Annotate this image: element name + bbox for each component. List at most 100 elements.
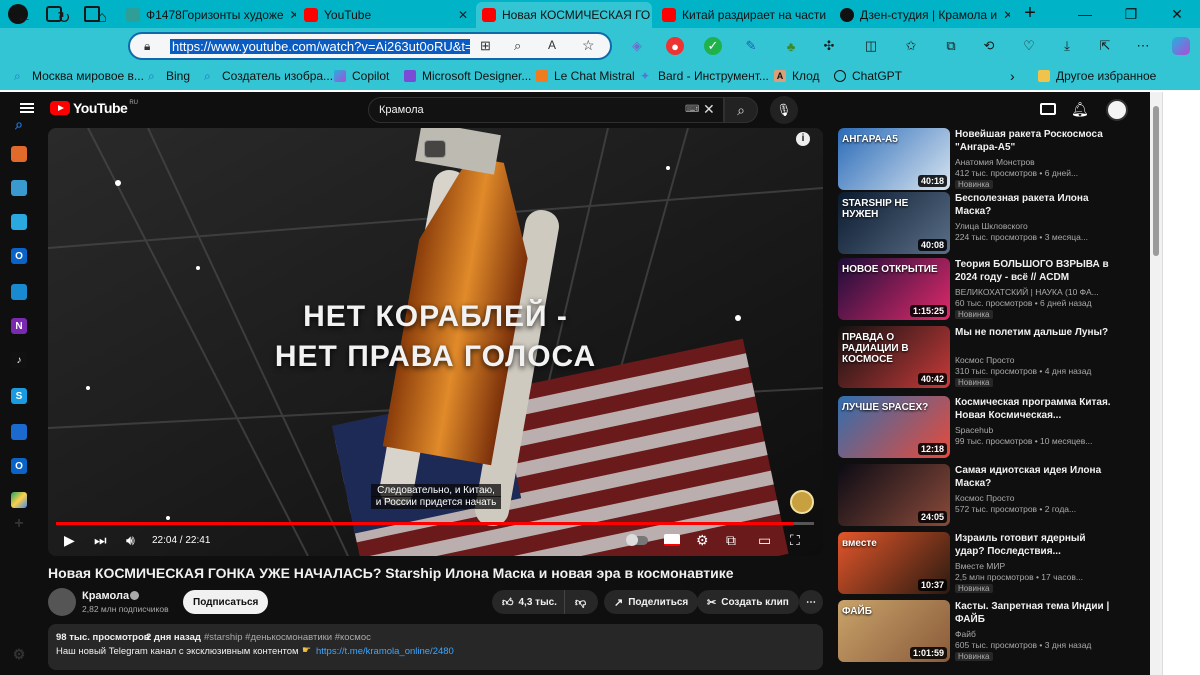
close-icon[interactable]: ✕ bbox=[997, 8, 1010, 22]
video-thumbnail[interactable]: ПРАВДА О РАДИАЦИИ В КОСМОСЕ 40:42 bbox=[838, 326, 950, 388]
performance-icon[interactable]: ♡ bbox=[1020, 37, 1038, 55]
subtitles-icon[interactable] bbox=[664, 532, 680, 548]
recommended-channel[interactable]: Космос Просто bbox=[955, 493, 1014, 503]
recommended-title[interactable]: Бесполезная ракета Илона Маска? bbox=[955, 192, 1115, 218]
favorite-designer[interactable]: Microsoft Designer... bbox=[404, 68, 531, 84]
read-aloud-icon[interactable]: A bbox=[548, 38, 556, 52]
miniplayer-icon[interactable]: ⧉ bbox=[726, 532, 736, 548]
recommended-video[interactable]: STARSHIP НЕ НУЖЕН 40:08 Бесполезная ракета… bbox=[838, 192, 1118, 256]
favorite-image-creator[interactable]: ⌕ Создатель изобра... bbox=[204, 68, 333, 84]
theater-mode-icon[interactable]: ▭ bbox=[758, 532, 771, 548]
close-icon[interactable]: ✕ bbox=[284, 8, 296, 22]
sidebar-add-icon[interactable]: + bbox=[11, 515, 27, 532]
search-input[interactable]: Крамола ⌨ ✕ bbox=[368, 97, 724, 123]
recommended-channel[interactable]: Файб bbox=[955, 629, 976, 639]
like-button[interactable]: 👍︎ 4,3 тыс. bbox=[492, 590, 564, 614]
recommended-title[interactable]: Теория БОЛЬШОГО ВЗРЫВА в 2024 году - всё… bbox=[955, 258, 1115, 284]
next-button[interactable]: ⏭︎ bbox=[94, 532, 107, 548]
tab-dzen[interactable]: Дзен-студия | Крамола и ✕ bbox=[834, 2, 1010, 28]
refresh-button[interactable]: ↻ bbox=[52, 6, 76, 30]
sidebar-tools-icon[interactable] bbox=[11, 180, 27, 196]
scrollbar-thumb[interactable] bbox=[1153, 106, 1159, 256]
recommended-video[interactable]: АНГАРА-А5 40:18 Новейшая ракета Роскосмоса… bbox=[838, 128, 1118, 192]
history-icon[interactable]: ⟲ bbox=[980, 37, 998, 55]
share-button[interactable]: ↗ Поделиться bbox=[604, 590, 699, 614]
close-icon[interactable]: ✕ bbox=[650, 8, 652, 22]
sidebar-search-icon[interactable]: ⌕ bbox=[11, 116, 27, 132]
recommended-title[interactable]: Самая идиотская идея Илона Маска? bbox=[955, 464, 1115, 490]
recommended-video[interactable]: ПРАВДА О РАДИАЦИИ В КОСМОСЕ 40:42 Мы не по… bbox=[838, 326, 1118, 390]
description-link[interactable]: https://t.me/kramola_online/2480 bbox=[316, 646, 454, 657]
clear-search-icon[interactable]: ✕ bbox=[703, 101, 715, 118]
close-icon[interactable]: ✕ bbox=[826, 8, 832, 22]
description-box[interactable]: 98 тыс. просмотров 2 дня назад #starship… bbox=[48, 624, 823, 670]
recommended-video[interactable]: 24:05 Самая идиотская идея Илона Маска? Ко… bbox=[838, 464, 1118, 528]
favorite-moscow[interactable]: ⌕ Москва мировое в... bbox=[14, 68, 144, 84]
exit-miniplayer-icon[interactable] bbox=[424, 140, 446, 158]
other-favorites[interactable]: Другое избранное bbox=[1038, 68, 1156, 84]
video-thumbnail[interactable]: 24:05 bbox=[838, 464, 950, 526]
split-screen-icon[interactable]: ◫ bbox=[862, 37, 880, 55]
recommended-title[interactable]: Израиль готовит ядерный удар? Последстви… bbox=[955, 532, 1115, 558]
volume-icon[interactable]: 🔊︎ bbox=[126, 532, 135, 548]
sidebar-outlook-2-icon[interactable]: O bbox=[11, 458, 27, 474]
recommended-channel[interactable]: Анатомия Монстров bbox=[955, 157, 1035, 167]
progress-bar[interactable] bbox=[56, 522, 814, 525]
tab-youtube[interactable]: YouTube ✕ bbox=[298, 2, 474, 28]
recommended-title[interactable]: Новейшая ракета Роскосмоса "Ангара-А5" bbox=[955, 128, 1115, 154]
channel-avatar[interactable] bbox=[48, 588, 76, 616]
favorites-icon[interactable]: ✩ bbox=[902, 37, 920, 55]
sidebar-skype-icon[interactable]: S bbox=[11, 388, 27, 404]
sidebar-games-icon[interactable] bbox=[11, 214, 27, 230]
fullscreen-icon[interactable]: ⛶ bbox=[790, 532, 800, 548]
video-thumbnail[interactable]: STARSHIP НЕ НУЖЕН 40:08 bbox=[838, 192, 950, 254]
play-button[interactable]: ▶ bbox=[64, 532, 75, 548]
recommended-video[interactable]: ФАЙБ 1:01:59 Касты. Запретная тема Индии |… bbox=[838, 600, 1118, 664]
favorite-star-icon[interactable]: ☆ bbox=[582, 37, 595, 54]
recommended-channel[interactable]: Улица Шкловского bbox=[955, 221, 1028, 231]
notifications-bell-icon[interactable]: 🔔︎ bbox=[1071, 101, 1089, 118]
share-icon[interactable]: ⇱ bbox=[1096, 37, 1114, 55]
url-text[interactable]: https://www.youtube.com/watch?v=Ai263ut0… bbox=[170, 39, 470, 54]
more-actions-button[interactable]: ⋯ bbox=[799, 590, 823, 614]
immersive-reader-icon[interactable]: ⊞ bbox=[480, 38, 491, 54]
favorite-bing[interactable]: ⌕ Bing bbox=[148, 68, 190, 84]
recommended-video[interactable]: ЛУЧШЕ SPACEX? 12:18 Космическая программа … bbox=[838, 396, 1118, 460]
favorite-copilot[interactable]: Copilot bbox=[334, 68, 389, 84]
menu-hamburger-icon[interactable] bbox=[20, 103, 34, 113]
video-thumbnail[interactable]: АНГАРА-А5 40:18 bbox=[838, 128, 950, 190]
menu-dots-icon[interactable]: ⋯ bbox=[1134, 37, 1152, 55]
favorites-overflow-chevron-icon[interactable]: › bbox=[1010, 68, 1015, 84]
favorite-mistral[interactable]: Le Chat Mistral bbox=[536, 68, 635, 84]
search-button[interactable]: ⌕ bbox=[724, 97, 758, 123]
sidebar-translate-icon[interactable] bbox=[11, 424, 27, 440]
sidebar-tiktok-icon[interactable]: ♪ bbox=[11, 352, 27, 368]
close-icon[interactable]: ✕ bbox=[452, 8, 468, 22]
voice-search-button[interactable]: 🎙︎ bbox=[770, 96, 798, 124]
info-icon[interactable]: i bbox=[796, 132, 810, 146]
video-thumbnail[interactable]: ЛУЧШЕ SPACEX? 12:18 bbox=[838, 396, 950, 458]
maximize-button[interactable]: ❐ bbox=[1108, 0, 1154, 28]
extension-shield-icon[interactable]: ◈ bbox=[628, 37, 646, 55]
recommended-title[interactable]: Мы не полетим дальше Луны? bbox=[955, 326, 1115, 339]
extension-red-icon[interactable]: ● bbox=[666, 37, 684, 55]
recommended-title[interactable]: Космическая программа Китая. Новая Косми… bbox=[955, 396, 1115, 422]
recommended-channel[interactable]: ВЕЛИКОХАТСКИЙ | НАУКА (10 ФА... bbox=[955, 287, 1099, 297]
recommended-video[interactable]: НОВОЕ ОТКРЫТИЕ 1:15:25 Теория БОЛЬШОГО ВЗР… bbox=[838, 258, 1118, 322]
extension-pen-icon[interactable]: ✎ bbox=[742, 37, 760, 55]
recommended-channel[interactable]: Космос Просто bbox=[955, 355, 1014, 365]
channel-name[interactable]: Крамола bbox=[82, 590, 129, 602]
subscribe-button[interactable]: Подписаться bbox=[183, 590, 269, 614]
youtube-logo[interactable]: YouTube RU bbox=[50, 100, 138, 116]
sidebar-drive-icon[interactable] bbox=[11, 492, 27, 508]
sidebar-onenote-icon[interactable]: N bbox=[11, 318, 27, 334]
favorite-claude[interactable]: A Клод bbox=[774, 68, 820, 84]
create-video-icon[interactable] bbox=[1040, 103, 1056, 115]
minimize-button[interactable]: — bbox=[1062, 0, 1108, 28]
video-thumbnail[interactable]: вместе 10:37 bbox=[838, 532, 950, 594]
video-thumbnail[interactable]: ФАЙБ 1:01:59 bbox=[838, 600, 950, 662]
tab-current-video[interactable]: Новая КОСМИЧЕСКАЯ ГО ✕ bbox=[476, 2, 652, 28]
channel-watermark-icon[interactable] bbox=[790, 490, 814, 514]
favorite-chatgpt[interactable]: ChatGPT bbox=[834, 68, 902, 84]
autoplay-toggle[interactable] bbox=[626, 532, 648, 548]
